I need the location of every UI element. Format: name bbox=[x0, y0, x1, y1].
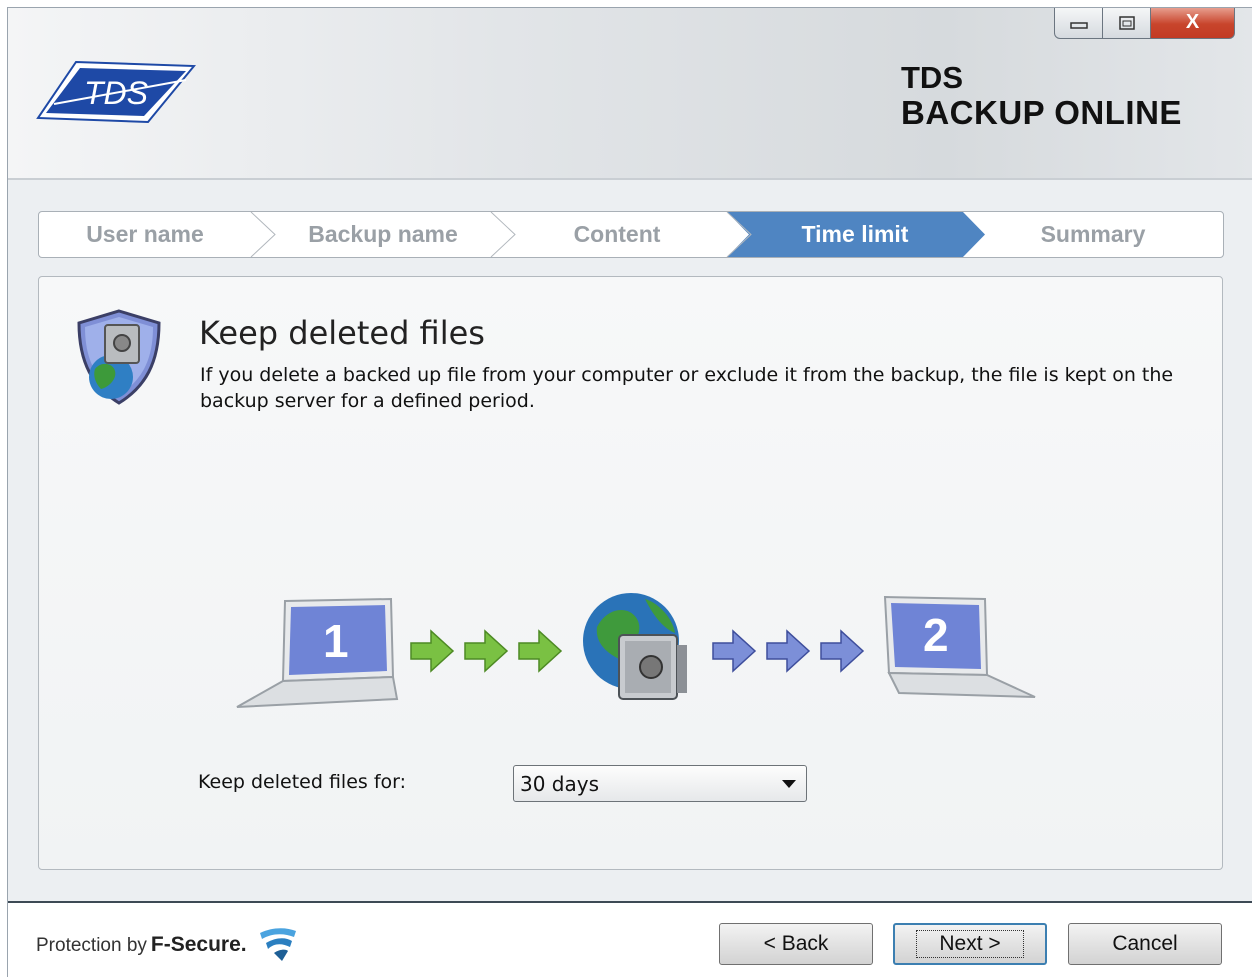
laptop-left-number: 1 bbox=[323, 615, 349, 667]
green-arrow-2 bbox=[464, 629, 509, 673]
app-title: TDS BACKUP ONLINE bbox=[901, 60, 1182, 130]
panel-description: If you delete a backed up file from your… bbox=[200, 364, 1174, 412]
step-content: Content bbox=[573, 221, 661, 247]
wizard-window: TDS TDS BACKUP ONLINE X User name Backup… bbox=[7, 7, 1252, 977]
globe-safe-icon bbox=[583, 593, 687, 700]
content-panel: Keep deleted files If you delete a backe… bbox=[38, 276, 1223, 870]
keep-duration-value: 30 days bbox=[520, 772, 600, 796]
backup-illustration: 1 2 bbox=[235, 589, 1045, 723]
tds-logo-icon: TDS bbox=[36, 60, 197, 132]
next-button-label: Next > bbox=[916, 930, 1024, 958]
laptop-icon: 1 bbox=[236, 597, 399, 708]
next-button[interactable]: Next > bbox=[893, 923, 1047, 965]
shield-safe-icon bbox=[69, 307, 169, 411]
close-icon: X bbox=[1185, 11, 1200, 33]
laptop-right-number: 2 bbox=[923, 609, 949, 661]
app-title-line1: TDS bbox=[901, 60, 963, 95]
minimize-button[interactable] bbox=[1054, 8, 1103, 39]
vendor-name: F-Secure. bbox=[150, 933, 247, 956]
maximize-icon bbox=[1118, 15, 1135, 30]
header-banner: TDS TDS BACKUP ONLINE X bbox=[8, 8, 1252, 180]
keep-duration-select[interactable]: 30 days bbox=[513, 765, 807, 802]
blue-arrow-3 bbox=[820, 629, 865, 673]
back-button[interactable]: < Back bbox=[719, 923, 873, 965]
cancel-button[interactable]: Cancel bbox=[1068, 923, 1222, 965]
blue-arrow-2 bbox=[766, 629, 811, 673]
step-summary: Summary bbox=[1040, 221, 1146, 247]
protection-by: Protection by F-Secure. bbox=[36, 933, 247, 957]
chevron-down-icon bbox=[782, 780, 796, 788]
step-backup-name: Backup name bbox=[308, 221, 458, 247]
green-arrow-3 bbox=[518, 629, 563, 673]
green-arrow-1 bbox=[410, 629, 455, 673]
app-title-line2: BACKUP ONLINE bbox=[901, 94, 1182, 131]
wizard-steps: User name Backup name Content Time limit… bbox=[38, 211, 1224, 258]
protection-by-label: Protection by bbox=[36, 935, 147, 956]
footer-bar: Protection by F-Secure. < Back Next > Can… bbox=[8, 901, 1252, 977]
maximize-button[interactable] bbox=[1103, 8, 1151, 39]
keep-deleted-label: Keep deleted files for: bbox=[198, 771, 407, 793]
step-user-name: User name bbox=[86, 221, 204, 247]
close-button[interactable]: X bbox=[1151, 8, 1235, 39]
laptop-icon: 2 bbox=[883, 595, 1036, 698]
blue-arrow-1 bbox=[712, 629, 757, 673]
window-controls: X bbox=[1054, 8, 1235, 41]
f-secure-logo-icon bbox=[258, 925, 298, 969]
step-time-limit: Time limit bbox=[801, 221, 909, 247]
minimize-icon bbox=[1069, 21, 1088, 29]
panel-title: Keep deleted files bbox=[199, 314, 485, 352]
tds-logo-text: TDS bbox=[84, 75, 148, 111]
